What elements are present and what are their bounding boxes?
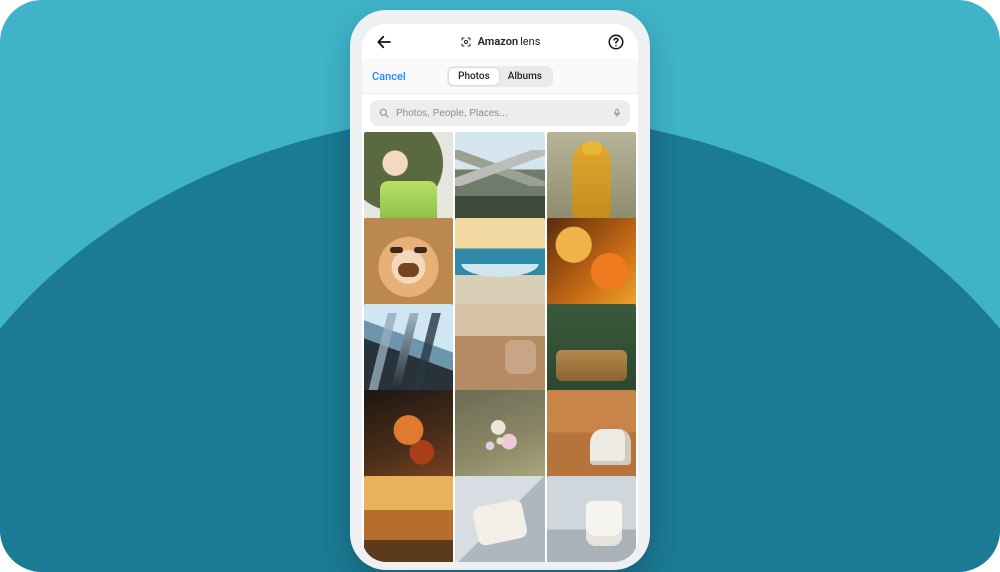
photo-thumb-handbag-outfit[interactable] xyxy=(455,304,544,393)
secondary-bar: Cancel Photos Albums xyxy=(362,60,638,94)
cancel-button[interactable]: Cancel xyxy=(372,70,406,83)
photo-thumb-white-backpack[interactable] xyxy=(547,476,636,562)
photo-thumb-sunset-bokeh-silhouette[interactable] xyxy=(364,390,453,479)
photo-thumb-flower-bouquet[interactable] xyxy=(455,390,544,479)
search-bar[interactable] xyxy=(370,100,630,126)
app-title: Amazonlens xyxy=(402,35,598,48)
title-strong: Amazon xyxy=(478,35,519,48)
app-bar: Amazonlens xyxy=(362,24,638,60)
tab-photos[interactable]: Photos xyxy=(449,68,499,85)
stage: Amazonlens Cancel Photos Albums xyxy=(0,0,1000,572)
photo-thumb-person-yellow-jacket[interactable] xyxy=(547,132,636,221)
photo-thumb-sneakers-tying[interactable] xyxy=(455,476,544,562)
title-light: lens xyxy=(520,35,540,48)
photo-thumb-corgi-dog[interactable] xyxy=(364,218,453,307)
back-button[interactable] xyxy=(372,30,396,54)
help-button[interactable] xyxy=(604,30,628,54)
segmented-control: Photos Albums xyxy=(447,66,553,87)
photo-thumb-beach-waves[interactable] xyxy=(455,218,544,307)
photo-thumb-person-green-outfit[interactable] xyxy=(364,132,453,221)
arrow-left-icon xyxy=(375,33,393,51)
lens-icon xyxy=(460,36,472,48)
mic-icon[interactable] xyxy=(612,107,622,119)
help-icon xyxy=(607,33,625,51)
photo-thumb-autumn-bokeh[interactable] xyxy=(547,218,636,307)
tab-albums[interactable]: Albums xyxy=(499,68,551,85)
phone-frame: Amazonlens Cancel Photos Albums xyxy=(350,10,650,570)
photo-thumb-skyscrapers[interactable] xyxy=(364,304,453,393)
search-input[interactable] xyxy=(396,108,606,119)
search-icon xyxy=(378,107,390,119)
photo-grid[interactable] xyxy=(362,132,638,562)
photo-thumb-fall-leaves-cup[interactable] xyxy=(364,476,453,562)
phone-screen: Amazonlens Cancel Photos Albums xyxy=(362,24,638,562)
photo-thumb-mountain-landscape[interactable] xyxy=(455,132,544,221)
photo-thumb-green-room-furniture[interactable] xyxy=(547,304,636,393)
photo-thumb-vintage-car-street[interactable] xyxy=(547,390,636,479)
